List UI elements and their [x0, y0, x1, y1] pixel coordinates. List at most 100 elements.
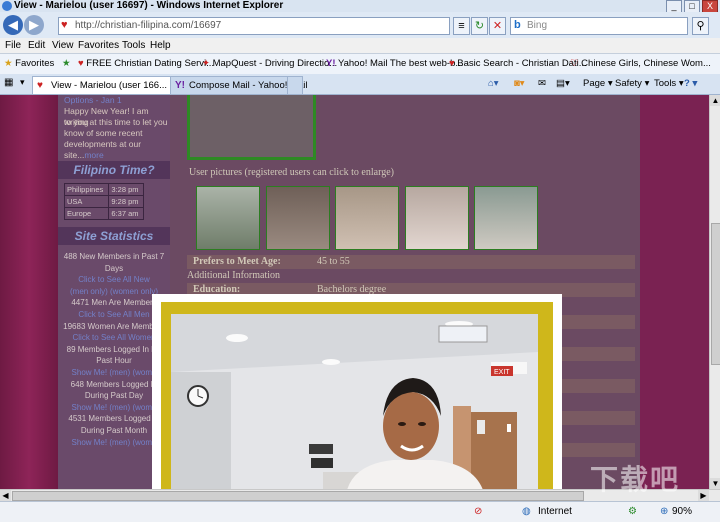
- scroll-up-arrow-icon[interactable]: ▲: [710, 95, 720, 106]
- menu-tools[interactable]: Tools: [122, 39, 145, 52]
- feeds-icon[interactable]: ◙▾: [514, 76, 525, 92]
- user-pictures-label: User pictures (registered users can clic…: [189, 167, 395, 178]
- favorite-link-basic-search[interactable]: ♥ Basic Search - Christian Dati...: [449, 57, 587, 71]
- add-favorite-icon[interactable]: ★: [62, 57, 71, 71]
- vertical-scrollbar[interactable]: ▲ ▼: [709, 95, 720, 489]
- search-input[interactable]: Bing: [527, 19, 547, 33]
- protected-mode-icon: ⊘: [474, 506, 483, 517]
- zoom-level[interactable]: 90%: [672, 505, 692, 519]
- statistics-text: 488 New Members in Past 7: [63, 252, 165, 261]
- window-controls: _ □ X: [666, 0, 718, 13]
- news-line: developments at our: [64, 139, 142, 149]
- vertical-scroll-thumb[interactable]: [711, 223, 720, 365]
- scroll-left-arrow-icon[interactable]: ◀: [0, 490, 11, 501]
- mapquest-icon: ✦: [202, 58, 210, 69]
- heart-outline-icon: ♡: [570, 58, 579, 69]
- read-mail-icon[interactable]: ✉: [538, 76, 546, 92]
- page-menu[interactable]: Page ▾: [583, 76, 613, 92]
- menu-view[interactable]: View: [52, 39, 74, 52]
- security-zone-label: Internet: [538, 506, 572, 517]
- user-picture-thumbnail[interactable]: [474, 186, 538, 250]
- print-icon[interactable]: ▤▾: [556, 76, 570, 92]
- filipino-time-header: Filipino Time?: [58, 161, 170, 179]
- yahoo-icon: Y!: [175, 80, 185, 91]
- menu-edit[interactable]: Edit: [28, 39, 45, 52]
- info-heading: Additional Information: [187, 270, 281, 281]
- window-title: View - Marielou (user 16697) - Windows I…: [14, 0, 284, 11]
- favorite-link-chinese-girls[interactable]: ♡ Chinese Girls, Chinese Wom...: [570, 57, 711, 71]
- more-link[interactable]: more: [84, 150, 103, 160]
- time-row: USA 9:28 pm: [63, 195, 144, 208]
- search-go-button[interactable]: ⚲: [692, 17, 709, 35]
- profile-main-photo: [187, 95, 316, 160]
- address-bar[interactable]: ♥ http://christian-filipina.com/16697: [58, 17, 450, 35]
- news-line: to you at this time to let you: [64, 117, 168, 127]
- favorite-link-yahoo-mail[interactable]: Y! Yahoo! Mail The best web-b...: [326, 57, 463, 71]
- window-titlebar: View - Marielou (user 16697) - Windows I…: [0, 0, 720, 13]
- news-link[interactable]: Options - Jan 1: [64, 95, 122, 106]
- time-place: USA: [63, 195, 110, 208]
- menu-favorites[interactable]: Favorites: [78, 39, 119, 52]
- exit-sign-text: EXIT: [494, 369, 510, 376]
- scroll-right-arrow-icon[interactable]: ▶: [698, 490, 709, 501]
- news-tail: site...more: [64, 150, 104, 161]
- refresh-button[interactable]: ↻: [471, 17, 488, 35]
- search-box[interactable]: b Bing: [510, 17, 688, 35]
- user-picture-thumbnail[interactable]: [335, 186, 399, 250]
- tab-compose-mail[interactable]: Y! Compose Mail - Yahoo! Mail: [170, 76, 307, 94]
- zoom-icon[interactable]: ⊕: [660, 505, 668, 519]
- info-key: Prefers to Meet Age:: [193, 256, 281, 267]
- scroll-down-arrow-icon[interactable]: ▼: [710, 478, 720, 489]
- favorite-link-label: Basic Search - Christian Dati...: [457, 58, 587, 69]
- new-tab-button[interactable]: [287, 76, 303, 94]
- site-heart-icon: ♥: [61, 19, 68, 31]
- ie-logo-icon: [2, 1, 12, 11]
- statistics-link[interactable]: Click to See All New: [58, 275, 170, 285]
- favorites-button[interactable]: ★ Favorites: [4, 57, 54, 71]
- menu-file[interactable]: File: [5, 39, 21, 52]
- left-background: [0, 95, 58, 489]
- user-picture-thumbnail[interactable]: [405, 186, 469, 250]
- compatibility-view-button[interactable]: ≡: [453, 17, 470, 35]
- address-url[interactable]: http://christian-filipina.com/16697: [75, 19, 221, 33]
- news-line: know of some recent: [64, 128, 143, 138]
- home-icon[interactable]: ⌂▾: [488, 76, 499, 92]
- quick-tabs-icon[interactable]: ▦: [4, 77, 13, 88]
- back-button[interactable]: ◀: [3, 15, 23, 35]
- page-content: Options - Jan 1 Happy New Year! I am wri…: [0, 95, 709, 489]
- safety-menu[interactable]: Safety ▾: [615, 76, 649, 92]
- time-place: Philippines: [63, 183, 110, 196]
- user-picture-thumbnail[interactable]: [196, 186, 260, 250]
- heart-icon: ♥: [37, 80, 43, 91]
- yahoo-icon: Y!: [326, 58, 336, 69]
- protected-mode-toggle-icon[interactable]: ⚙: [628, 505, 637, 519]
- tab-label: View - Marielou (user 166...: [51, 80, 167, 91]
- right-background: [640, 95, 709, 489]
- site-statistics-header: Site Statistics: [58, 227, 170, 245]
- info-row-prefers-age: Prefers to Meet Age: 45 to 55: [187, 255, 635, 269]
- time-row: Philippines 3:28 pm: [63, 183, 144, 196]
- tab-view-marielou[interactable]: ♥ View - Marielou (user 166... x: [32, 76, 184, 94]
- time-value: 6:37 am: [108, 207, 144, 220]
- favorite-link-christian-dating[interactable]: ♥ FREE Christian Dating Servi...: [78, 57, 214, 71]
- forward-button[interactable]: ▶: [24, 15, 44, 35]
- photo-lightbox[interactable]: EXIT: [152, 294, 562, 489]
- enlarged-user-photo[interactable]: EXIT: [171, 314, 538, 489]
- additional-information-heading: Additional Information: [187, 269, 635, 283]
- favorite-link-mapquest[interactable]: ✦ MapQuest - Driving Directio...: [202, 57, 337, 71]
- horizontal-scroll-thumb[interactable]: [12, 491, 584, 501]
- stop-button[interactable]: ✕: [489, 17, 506, 35]
- menu-help[interactable]: Help: [150, 39, 171, 52]
- favorite-link-label: MapQuest - Driving Directio...: [212, 58, 338, 69]
- help-menu[interactable]: ? ▾: [684, 76, 697, 92]
- favorites-bar: ★ Favorites ★ ♥ FREE Christian Dating Se…: [0, 54, 720, 75]
- favorite-link-label: Yahoo! Mail The best web-b...: [337, 58, 464, 69]
- time-table: Philippines 3:28 pm USA 9:28 pm Europe 6:37…: [63, 183, 144, 220]
- heart-icon: ♥: [449, 58, 455, 69]
- time-place: Europe: [63, 207, 110, 220]
- bing-icon: b: [514, 19, 521, 31]
- tab-list-icon[interactable]: ▾: [20, 77, 25, 88]
- tools-menu[interactable]: Tools ▾: [654, 76, 684, 92]
- navigation-bar: ◀ ▶ ♥ http://christian-filipina.com/1669…: [0, 12, 720, 38]
- user-picture-thumbnail[interactable]: [266, 186, 330, 250]
